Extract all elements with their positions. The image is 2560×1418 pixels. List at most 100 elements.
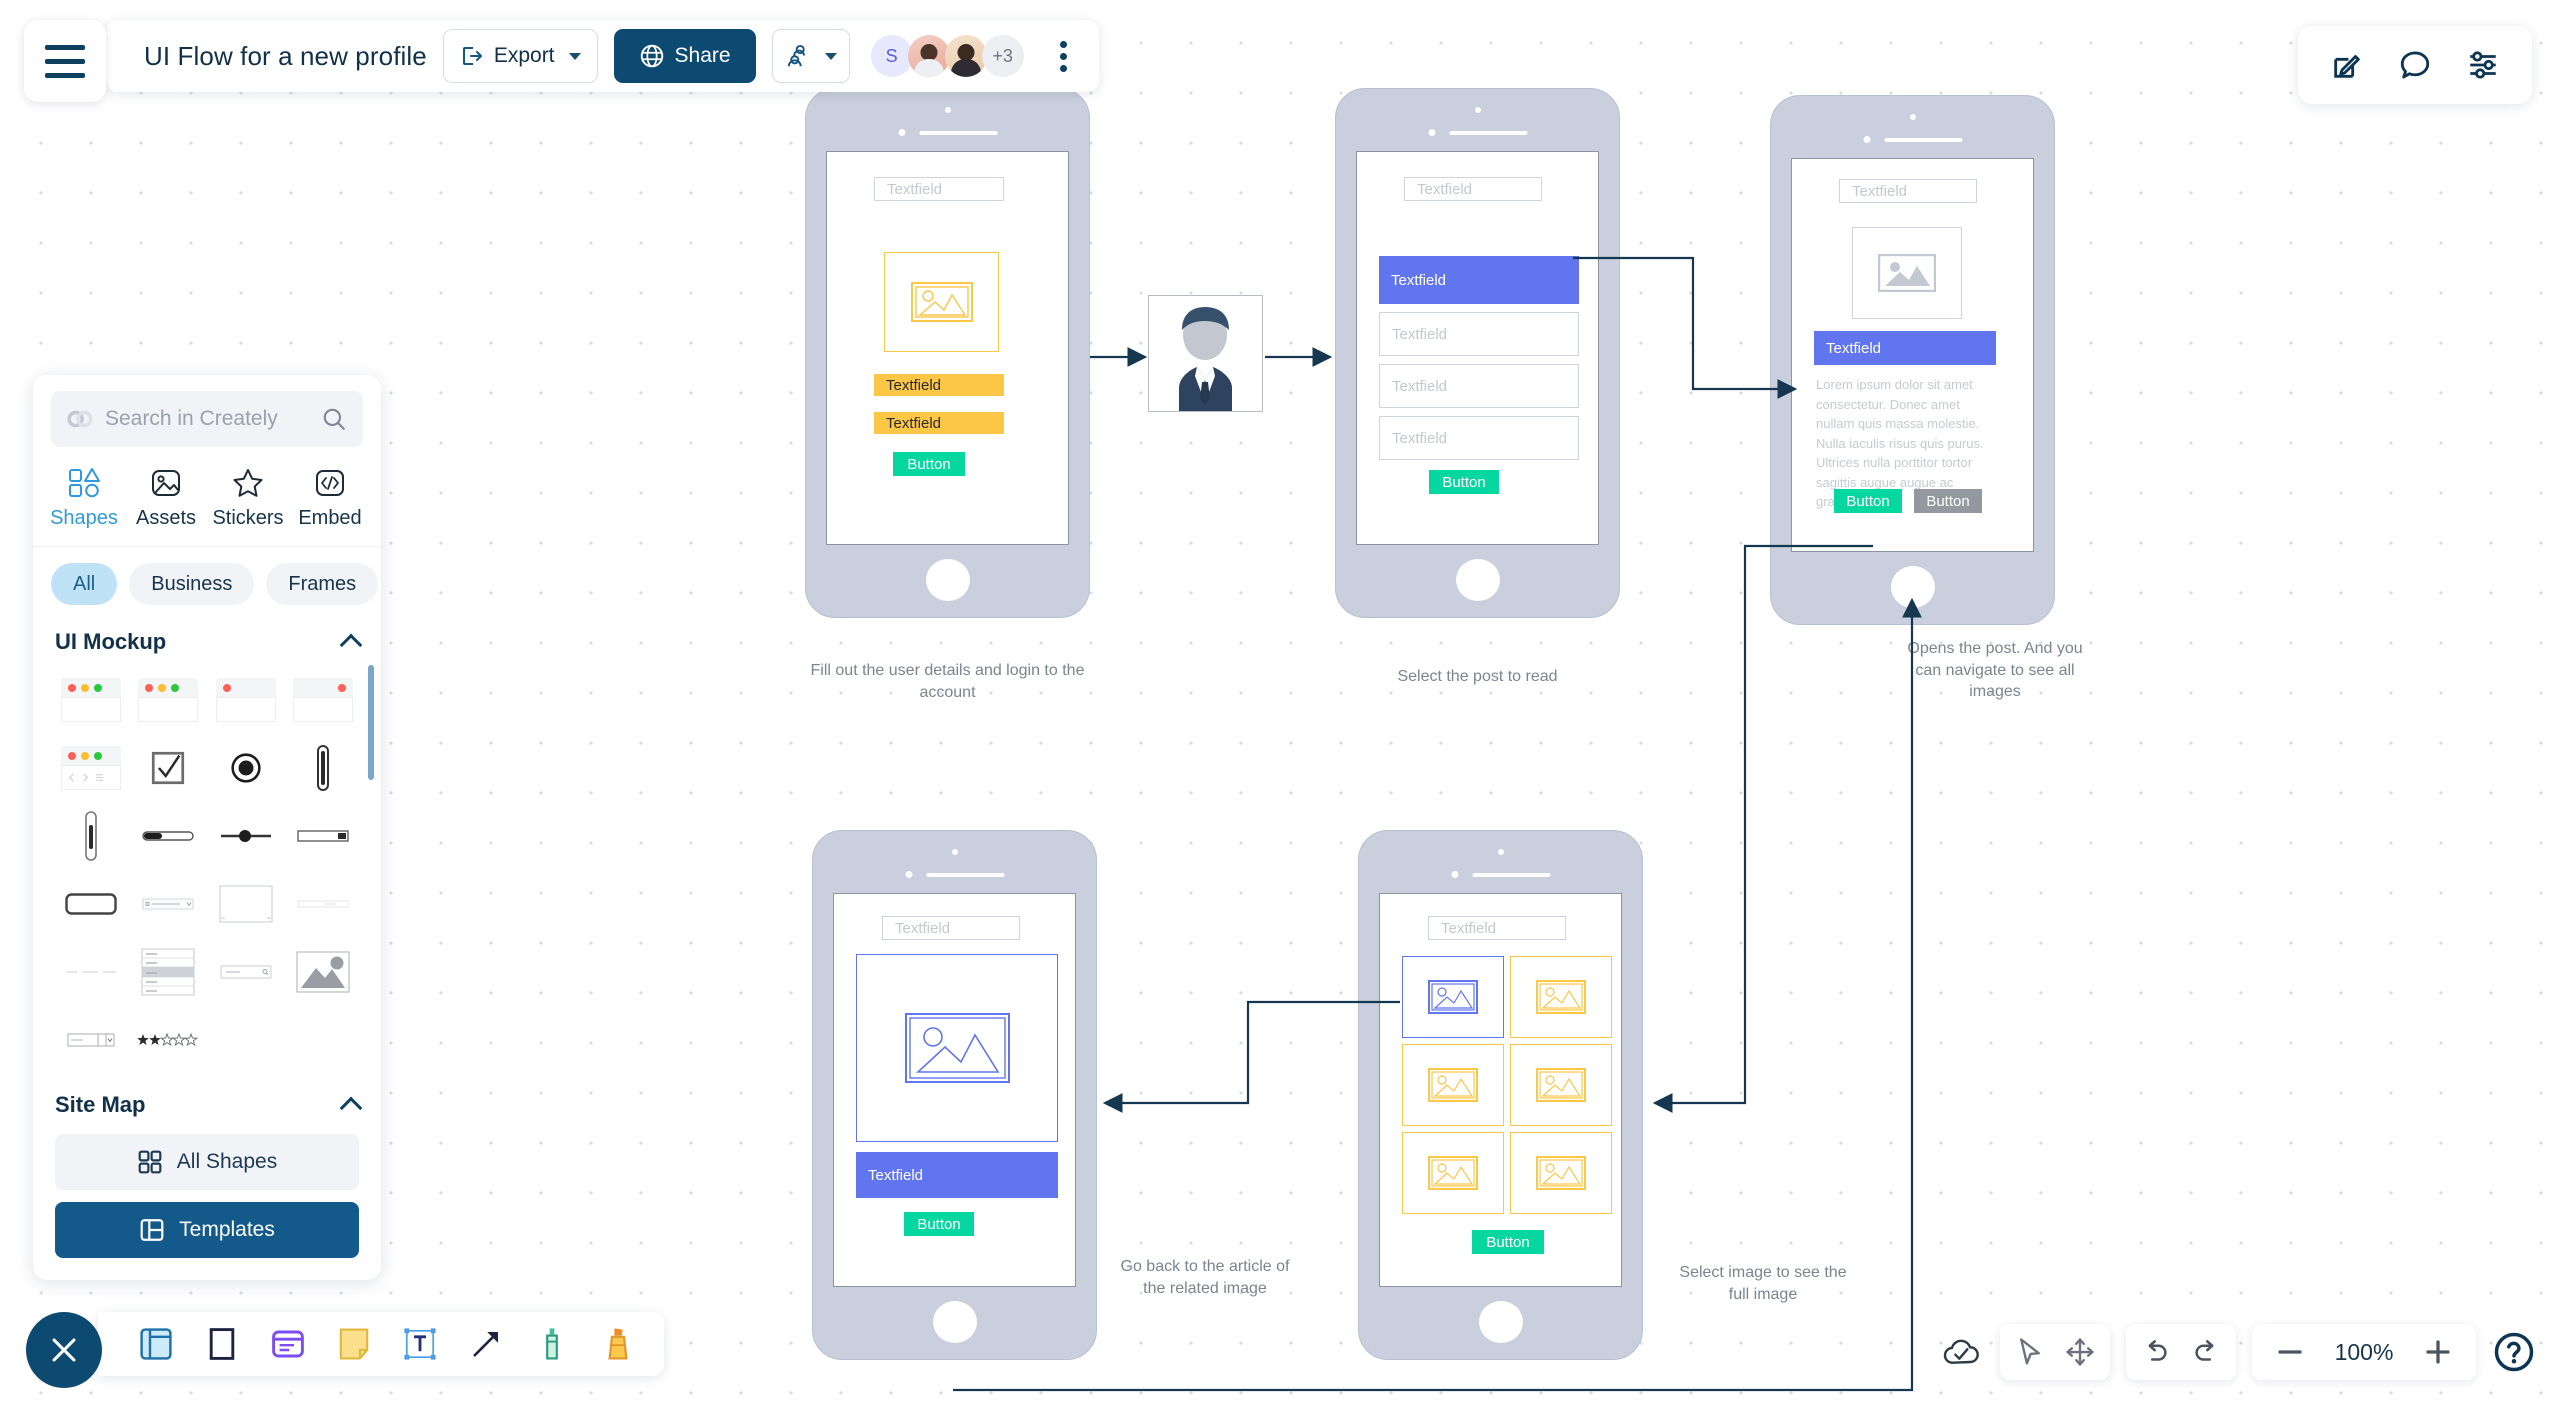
shape-window-1dot-right-icon[interactable] (288, 673, 360, 727)
shape-scrollbar-vertical-icon[interactable] (288, 741, 360, 795)
textfield-search[interactable]: Textfield (1839, 179, 1977, 203)
shape-window-1dot-left-icon[interactable] (210, 673, 282, 727)
textfield-search[interactable]: Textfield (1404, 177, 1542, 201)
shape-slider-icon[interactable] (210, 809, 282, 863)
phone-mockup-full-image[interactable]: Textfield Textfield Button (812, 830, 1097, 1360)
image-thumb[interactable] (1402, 1132, 1504, 1214)
collaborators-button[interactable] (771, 29, 850, 83)
post-secondary-button[interactable]: Button (1914, 489, 1982, 513)
post-list-button[interactable]: Button (1429, 470, 1499, 494)
close-panel-button[interactable] (26, 1312, 102, 1388)
textfield-search[interactable]: Textfield (882, 916, 1020, 940)
group-header-site-map[interactable]: Site Map (33, 1082, 381, 1124)
group-header-ui-mockup[interactable]: UI Mockup (33, 619, 381, 661)
undo-icon[interactable] (2138, 1334, 2174, 1370)
image-thumb[interactable] (1402, 1044, 1504, 1126)
settings-sliders-icon[interactable] (2464, 46, 2502, 84)
tab-assets[interactable]: Assets (127, 467, 205, 530)
textfield-password[interactable]: Textfield (874, 412, 1004, 434)
gallery-button[interactable]: Button (1472, 1230, 1544, 1254)
shape-image-placeholder-icon[interactable] (288, 945, 360, 999)
textfield-image-caption[interactable]: Textfield (856, 1152, 1058, 1198)
zoom-in-icon[interactable] (2420, 1334, 2456, 1370)
shape-star-rating-icon[interactable] (133, 1013, 205, 1067)
menu-button[interactable] (24, 20, 106, 102)
shape-panel-rect-icon[interactable] (210, 877, 282, 931)
avatar[interactable] (944, 35, 987, 77)
pan-move-icon[interactable] (2062, 1334, 2098, 1370)
document-title[interactable]: UI Flow for a new profile (144, 41, 427, 72)
text-icon[interactable] (400, 1324, 440, 1364)
card-icon[interactable] (268, 1324, 308, 1364)
filter-business[interactable]: Business (129, 563, 255, 605)
shape-browser-nav-icon[interactable] (55, 741, 127, 795)
shape-scrollbar-vertical-thin-icon[interactable] (55, 809, 127, 863)
person-avatar[interactable] (1148, 295, 1263, 412)
tab-embed[interactable]: Embed (291, 467, 369, 530)
shape-divider-line-icon[interactable] (288, 877, 360, 931)
image-thumb[interactable] (1510, 1044, 1612, 1126)
phone-mockup-post-list[interactable]: Textfield Textfield Textfield Textfield … (1335, 88, 1620, 618)
shape-dashed-line-icon[interactable] (55, 945, 127, 999)
shape-scrollbar-horizontal-icon[interactable] (288, 809, 360, 863)
image-thumb[interactable] (1510, 1132, 1612, 1214)
phone-mockup-login[interactable]: Textfield Textfield Textfield Button (805, 88, 1090, 618)
shape-radio-selected-icon[interactable] (210, 741, 282, 795)
cloud-saved-icon[interactable] (1940, 1330, 1984, 1374)
full-image-button[interactable]: Button (904, 1212, 974, 1236)
filter-all[interactable]: All (51, 563, 118, 605)
more-options-button[interactable] (1050, 33, 1077, 80)
avatar[interactable] (907, 35, 950, 77)
login-button[interactable]: Button (893, 452, 965, 476)
textfield-post-selected[interactable]: Textfield (1379, 256, 1579, 304)
search-input[interactable]: Search in Creately (51, 391, 363, 447)
cursor-select-icon[interactable] (2012, 1334, 2048, 1370)
phone-mockup-post-detail[interactable]: Textfield Textfield Lorem ipsum dolor si… (1770, 95, 2055, 625)
avatar-initial[interactable]: S (870, 35, 913, 77)
chevron-up-icon[interactable] (339, 1096, 363, 1120)
frame-icon[interactable] (136, 1324, 176, 1364)
filter-frames[interactable]: Frames (266, 563, 379, 605)
canvas-grid[interactable] (0, 0, 2560, 1418)
redo-icon[interactable] (2188, 1334, 2224, 1370)
zoom-out-icon[interactable] (2272, 1334, 2308, 1370)
shape-checkbox-checked-icon[interactable] (133, 741, 205, 795)
avatar-group[interactable]: S +3 (870, 35, 1024, 77)
post-primary-button[interactable]: Button (1834, 489, 1902, 513)
chevron-up-icon[interactable] (339, 633, 363, 657)
textfield-search[interactable]: Textfield (874, 177, 1004, 201)
pen-icon[interactable] (532, 1324, 572, 1364)
shape-window-3dots-alt-icon[interactable] (133, 673, 205, 727)
sticky-note-icon[interactable] (334, 1324, 374, 1364)
export-button[interactable]: Export (442, 29, 598, 83)
textfield-post-3[interactable]: Textfield (1379, 364, 1579, 408)
shape-search-field-icon[interactable] (210, 945, 282, 999)
image-thumb-selected[interactable] (1402, 956, 1504, 1038)
tab-shapes[interactable]: Shapes (45, 467, 123, 530)
highlighter-icon[interactable] (598, 1324, 638, 1364)
shape-rounded-rect-icon[interactable] (55, 877, 127, 931)
phone-mockup-gallery[interactable]: Textfield Button (1358, 830, 1643, 1360)
image-thumb[interactable] (1510, 956, 1612, 1038)
edit-icon[interactable] (2328, 46, 2366, 84)
zoom-level[interactable]: 100% (2328, 1339, 2400, 1366)
templates-button[interactable]: Templates (55, 1202, 359, 1258)
shape-dropdown-stepper-icon[interactable] (55, 1013, 127, 1067)
search-icon[interactable] (321, 406, 347, 432)
tab-stickers[interactable]: Stickers (209, 467, 287, 530)
shape-list-scroll[interactable] (33, 661, 381, 1082)
textfield-username[interactable]: Textfield (874, 374, 1004, 396)
comment-icon[interactable] (2396, 46, 2434, 84)
shape-search-bar-icon[interactable] (133, 877, 205, 931)
shape-window-3dots-icon[interactable] (55, 673, 127, 727)
shape-list-menu-icon[interactable] (133, 945, 205, 999)
textfield-post-title[interactable]: Textfield (1814, 331, 1996, 365)
avatar-overflow-count[interactable]: +3 (981, 35, 1024, 77)
shape-progressbar-icon[interactable] (133, 809, 205, 863)
all-shapes-button[interactable]: All Shapes (55, 1134, 359, 1190)
textfield-search[interactable]: Textfield (1428, 916, 1566, 940)
textfield-post-4[interactable]: Textfield (1379, 416, 1579, 460)
arrow-icon[interactable] (466, 1324, 506, 1364)
share-button[interactable]: Share (613, 29, 756, 83)
scrollbar-thumb[interactable] (368, 665, 374, 780)
